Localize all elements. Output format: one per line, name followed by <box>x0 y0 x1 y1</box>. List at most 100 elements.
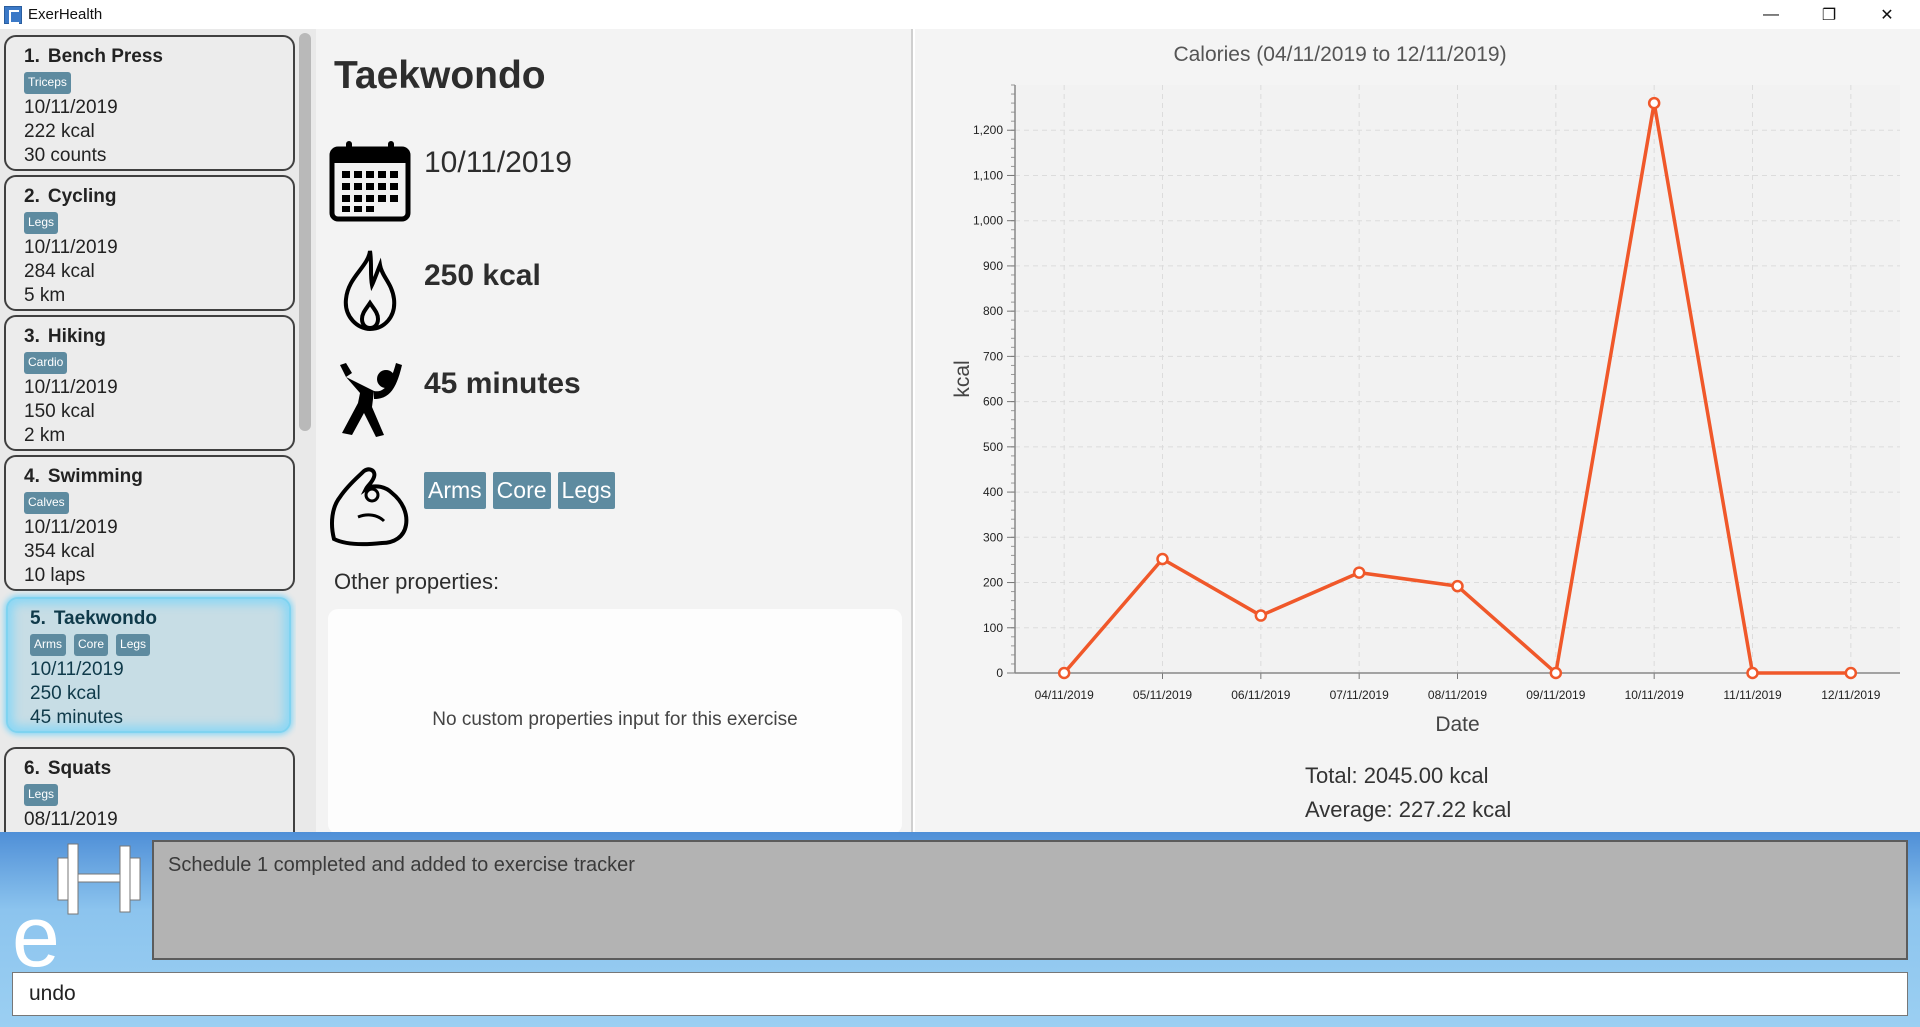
muscle-tag: Legs <box>24 212 59 234</box>
y-tick-label: 300 <box>983 530 1003 544</box>
muscle-tag: Legs <box>116 634 151 656</box>
result-message: Schedule 1 completed and added to exerci… <box>168 854 635 876</box>
title-bar: ExerHealth — ❐ ✕ <box>0 0 1920 29</box>
exercise-date: 10/11/2019 <box>24 97 118 118</box>
detail-title: Taekwondo <box>334 54 546 97</box>
exercise-date: 10/11/2019 <box>24 377 118 398</box>
exercise-person-icon <box>328 355 412 439</box>
detail-calories: 250 kcal <box>424 259 541 292</box>
total-calories: Total: 2045.00 kcal <box>1305 763 1489 788</box>
command-input[interactable] <box>13 973 1907 1015</box>
exercise-tags: Calves <box>24 492 293 514</box>
exercise-index: 1. <box>24 46 40 67</box>
data-point <box>1647 96 1661 110</box>
calendar-icon <box>328 139 412 223</box>
y-tick-label: 400 <box>983 485 1003 499</box>
detail-muscles-row: Arms Core Legs <box>328 463 622 547</box>
close-button[interactable]: ✕ <box>1858 0 1916 29</box>
detail-quantity: 45 minutes <box>424 367 581 400</box>
exercise-name-text: Hiking <box>47 326 106 347</box>
svg-text:e: e <box>12 889 60 970</box>
x-tick-label: 05/11/2019 <box>1133 688 1192 702</box>
exercise-calories: 150 kcal <box>24 401 95 422</box>
y-tick-label: 100 <box>983 621 1003 635</box>
x-tick-label: 12/11/2019 <box>1821 688 1880 702</box>
exercise-date: 10/11/2019 <box>24 517 118 538</box>
exercise-card[interactable]: 2. Cycling Legs 10/11/2019 284 kcal 5 km <box>4 175 295 311</box>
y-tick-label: 700 <box>983 349 1003 363</box>
no-properties-message: No custom properties input for this exer… <box>432 709 798 730</box>
data-point <box>1549 666 1563 680</box>
exercise-index: 3. <box>24 326 40 347</box>
y-tick-label: 800 <box>983 304 1003 318</box>
exercise-list[interactable]: 1. Bench Press Triceps 10/11/2019 222 kcal 30… <box>0 29 316 832</box>
detail-muscle-tag: Core <box>492 471 551 509</box>
data-point <box>1057 666 1071 680</box>
muscle-tag: Legs <box>24 784 59 806</box>
exercise-card[interactable]: 1. Bench Press Triceps 10/11/2019 222 kcal 30… <box>4 35 295 171</box>
x-tick-label: 09/11/2019 <box>1526 688 1585 702</box>
list-scrollbar[interactable] <box>296 29 314 832</box>
exercise-name: 2. Cycling <box>24 185 293 209</box>
exercise-calories: 222 kcal <box>24 121 95 142</box>
exercise-index: 4. <box>24 466 40 487</box>
exercise-quantity: 5 km <box>24 285 66 306</box>
detail-muscle-tag: Arms <box>424 471 486 509</box>
x-tick-label: 04/11/2019 <box>1035 688 1094 702</box>
flexed-bicep-icon <box>328 463 412 547</box>
calories-line-chart: 0 100 200 300 400 500 600 700 800 900 1,000 1,100 1,… <box>951 84 1900 736</box>
custom-properties-box: No custom properties input for this exer… <box>328 609 902 834</box>
scrollbar-thumb[interactable] <box>299 33 311 431</box>
y-tick-label: 0 <box>996 666 1003 680</box>
x-tick-label: 10/11/2019 <box>1625 688 1684 702</box>
exercise-name-text: Cycling <box>47 186 117 207</box>
detail-muscle-tags: Arms Core Legs <box>424 471 622 509</box>
exercise-card[interactable]: 4. Swimming Calves 10/11/2019 354 kcal 10 lap… <box>4 455 295 591</box>
exercise-name: 3. Hiking <box>24 325 293 349</box>
restore-button[interactable]: ❐ <box>1800 0 1858 29</box>
detail-muscle-tag: Legs <box>557 471 616 509</box>
exercise-index: 5. <box>30 608 46 629</box>
exercise-tags: Triceps <box>24 72 293 94</box>
y-tick-label: 900 <box>983 259 1003 273</box>
exercise-tags: Arms Core Legs <box>30 634 289 656</box>
exercise-date: 10/11/2019 <box>30 659 124 680</box>
exercise-card[interactable]: 5. Taekwondo Arms Core Legs 10/11/2019 250 kca… <box>6 597 291 733</box>
y-tick-label: 1,200 <box>973 123 1003 137</box>
exercise-quantity: 45 minutes <box>30 707 123 728</box>
detail-date-row: 10/11/2019 <box>328 139 572 223</box>
window-title: ExerHealth <box>28 6 103 23</box>
y-tick-label: 1,100 <box>973 168 1003 182</box>
exercise-calories: 354 kcal <box>24 541 95 562</box>
exercise-quantity: 2 km <box>24 425 66 446</box>
exerhealth-logo: e <box>10 840 145 985</box>
exercise-date: 10/11/2019 <box>24 237 118 258</box>
exercise-tags: Legs <box>24 212 293 234</box>
muscle-tag: Triceps <box>24 72 71 94</box>
detail-date: 10/11/2019 <box>424 146 572 179</box>
minimize-button[interactable]: — <box>1742 0 1800 29</box>
exercise-index: 2. <box>24 186 40 207</box>
y-axis-label: kcal <box>951 360 974 397</box>
x-axis-label: Date <box>1435 713 1479 736</box>
x-tick-label: 07/11/2019 <box>1330 688 1389 702</box>
exercise-card[interactable]: 3. Hiking Cardio 10/11/2019 150 kcal 2 km <box>4 315 295 451</box>
average-calories: Average: 227.22 kcal <box>1305 797 1512 822</box>
data-point <box>1156 552 1169 566</box>
data-point <box>1254 609 1268 622</box>
command-box[interactable] <box>12 972 1908 1016</box>
data-point <box>1352 566 1366 579</box>
exercise-name-text: Swimming <box>47 466 143 487</box>
y-tick-label: 600 <box>983 395 1003 409</box>
exercise-name: 5. Taekwondo <box>30 607 289 631</box>
detail-quantity-row: 45 minutes <box>328 355 581 439</box>
muscle-tag: Core <box>74 634 109 656</box>
muscle-tag: Cardio <box>24 352 68 374</box>
flame-icon <box>328 247 412 332</box>
exercise-name: 1. Bench Press <box>24 45 293 69</box>
other-properties-label: Other properties: <box>334 569 500 594</box>
exercise-date: 08/11/2019 <box>24 809 118 830</box>
exercise-name-text: Bench Press <box>47 46 163 67</box>
exercise-card[interactable]: 6. Squats Legs 08/11/2019 <box>4 747 295 832</box>
y-tick-label: 500 <box>983 440 1003 454</box>
